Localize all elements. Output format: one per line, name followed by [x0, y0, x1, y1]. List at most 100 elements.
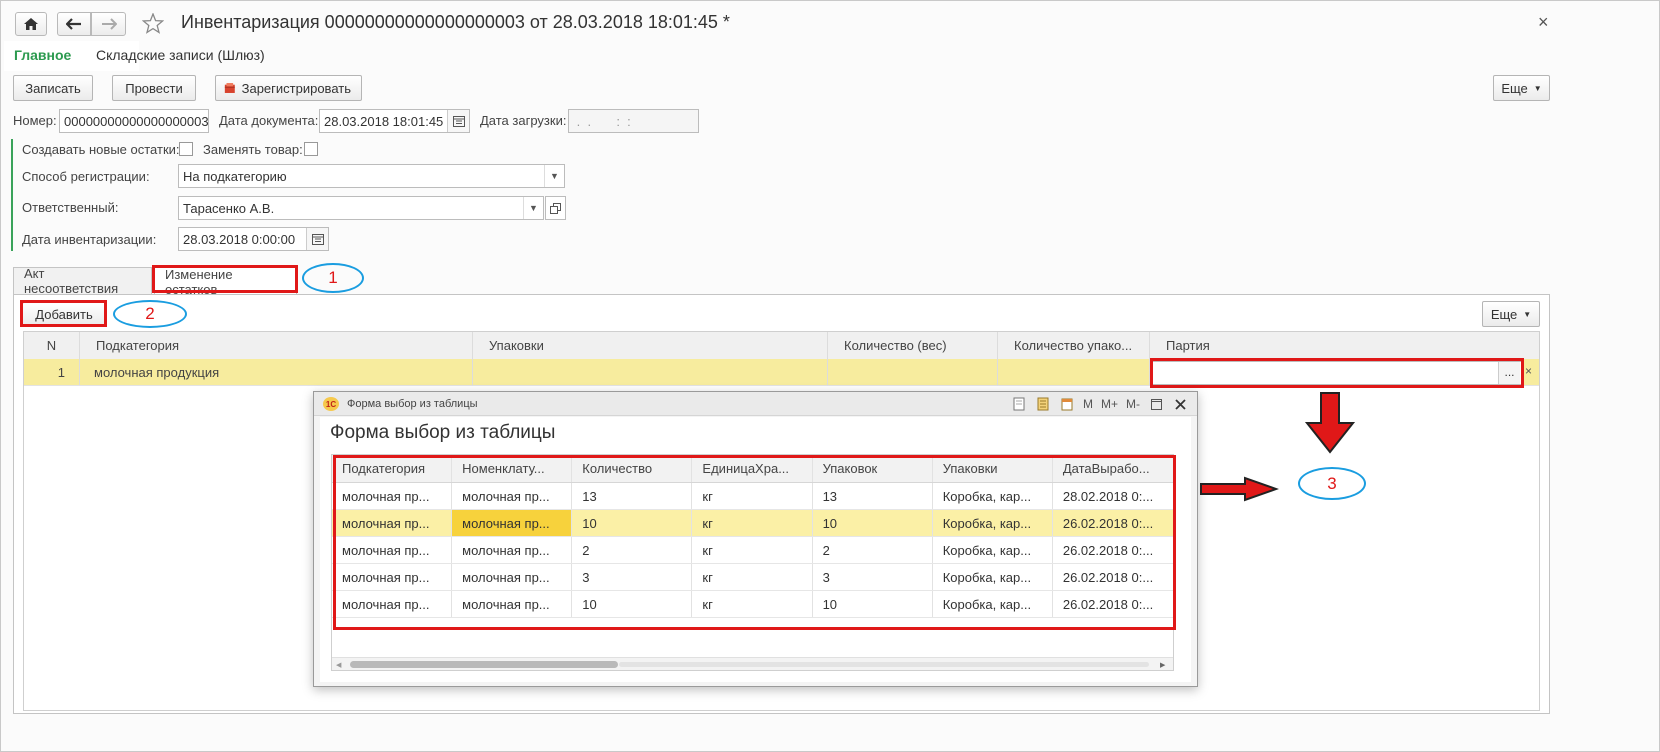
table-header: N Подкатегория Упаковки Количество (вес)…	[24, 332, 1539, 360]
create-new-checkbox[interactable]	[179, 142, 193, 156]
dialog-table-row[interactable]: молочная пр... молочная пр... 10 кг 10 Коробк…	[332, 510, 1173, 537]
close-icon[interactable]: ×	[1538, 12, 1549, 33]
dialog-cell: 10	[572, 510, 693, 536]
home-button[interactable]	[15, 12, 47, 36]
dialog-cell: молочная пр...	[452, 510, 573, 536]
arrow-left-icon	[66, 18, 81, 30]
forward-button[interactable]	[91, 12, 126, 36]
more-button-top[interactable]: Еще ▼	[1493, 75, 1550, 101]
back-button[interactable]	[57, 12, 91, 36]
register-button[interactable]: Зарегистрировать	[215, 75, 362, 101]
star-icon	[141, 12, 165, 34]
select-button[interactable]: ...	[1498, 362, 1520, 384]
number-field[interactable]: 00000000000000000003	[59, 109, 209, 133]
dialog-cell: 10	[813, 510, 933, 536]
tab-change[interactable]: Изменение остатков	[154, 267, 297, 297]
dialog-cell: молочная пр...	[332, 510, 453, 536]
create-new-label: Создавать новые остатки:	[22, 142, 180, 157]
col-pack-qty[interactable]: Количество упако...	[998, 332, 1150, 359]
memory-button[interactable]: M	[1083, 397, 1093, 411]
memory-minus-button[interactable]: M-	[1126, 397, 1140, 411]
dialog-cell: кг	[692, 510, 813, 536]
dialog-title: Форма выбор из таблицы	[330, 422, 556, 443]
dlg-col-pack-count[interactable]: Упаковок	[813, 455, 933, 482]
dialog-cell: Коробка, кар...	[933, 510, 1053, 536]
col-packages[interactable]: Упаковки	[473, 332, 828, 359]
col-n[interactable]: N	[24, 332, 80, 359]
dialog-cell: Коробка, кар...	[933, 564, 1053, 590]
app-logo-icon: 1С	[323, 397, 339, 411]
doc-date-label: Дата документа:	[219, 113, 319, 128]
bookmark-icon[interactable]	[1011, 396, 1027, 412]
dlg-col-prod-date[interactable]: ДатаВырабо...	[1053, 455, 1173, 482]
post-button[interactable]: Провести	[112, 75, 196, 101]
write-button[interactable]: Записать	[13, 75, 93, 101]
replace-goods-label: Заменять товар:	[203, 142, 303, 157]
favorite-button[interactable]	[141, 12, 165, 37]
annotation-3: 3	[1298, 467, 1366, 500]
dialog-cell: молочная пр...	[332, 564, 453, 590]
dialog-table-header: Подкатегория Номенклату... Количество Ед…	[332, 455, 1173, 483]
tab-act[interactable]: Акт несоответствия	[13, 266, 152, 296]
dialog-caption-bar: 1С Форма выбор из таблицы M M+ M-	[314, 392, 1197, 416]
calculator-icon[interactable]	[1035, 396, 1051, 412]
responsible-select[interactable]: Тарасенко А.В. ▼	[178, 196, 544, 220]
calendar-icon[interactable]	[306, 228, 328, 250]
reg-method-select[interactable]: На подкатегорию ▼	[178, 164, 565, 188]
col-weight[interactable]: Количество (вес)	[828, 332, 998, 359]
arrow-right-icon	[1200, 476, 1279, 502]
cell-n: 1	[24, 359, 80, 385]
dialog-table-row[interactable]: молочная пр... молочная пр... 2 кг 2 Коробка,…	[332, 537, 1173, 564]
close-icon[interactable]	[1172, 396, 1188, 412]
maximize-icon[interactable]	[1148, 396, 1164, 412]
inv-date-field[interactable]: 28.03.2018 0:00:00	[178, 227, 329, 251]
dialog-table-row[interactable]: молочная пр... молочная пр... 10 кг 10 Коробк…	[332, 591, 1173, 618]
dialog-cell: 13	[813, 483, 933, 509]
more-button-table[interactable]: Еще ▼	[1482, 301, 1540, 327]
section-main[interactable]: Главное	[14, 47, 71, 63]
open-responsible-button[interactable]	[545, 196, 566, 220]
dialog-table-row[interactable]: молочная пр... молочная пр... 13 кг 13 Коробк…	[332, 483, 1173, 510]
chevron-down-icon[interactable]: ▼	[523, 197, 543, 219]
annotation-2: 2	[113, 300, 187, 328]
scroll-right-icon[interactable]: ▶	[1160, 661, 1165, 669]
dlg-col-quantity[interactable]: Количество	[572, 455, 693, 482]
clear-icon[interactable]: ×	[1525, 364, 1532, 378]
batch-input[interactable]	[1152, 361, 1522, 385]
horizontal-scrollbar[interactable]: ◀ ▶	[332, 657, 1173, 670]
calendar-icon[interactable]	[1059, 396, 1075, 412]
section-warehouse[interactable]: Складские записи (Шлюз)	[96, 47, 265, 63]
arrow-right-icon	[101, 18, 117, 30]
add-button[interactable]: Добавить	[22, 302, 106, 326]
col-subcategory[interactable]: Подкатегория	[80, 332, 473, 359]
dialog-cell: 13	[572, 483, 693, 509]
col-batch[interactable]: Партия	[1150, 332, 1539, 359]
dialog-table-row[interactable]: молочная пр... молочная пр... 3 кг 3 Коробка,…	[332, 564, 1173, 591]
dlg-col-unit[interactable]: ЕдиницаХра...	[692, 455, 813, 482]
dialog-cell: 3	[572, 564, 693, 590]
arrow-down-icon	[1304, 392, 1356, 454]
cell-packages	[473, 359, 828, 385]
dialog-caption: Форма выбор из таблицы	[347, 398, 478, 410]
doc-date-field[interactable]: 28.03.2018 18:01:45	[319, 109, 470, 133]
dialog-cell: 10	[813, 591, 933, 617]
chevron-down-icon[interactable]: ▼	[544, 165, 564, 187]
dialog-cell: молочная пр...	[332, 483, 453, 509]
dialog-cell: 3	[813, 564, 933, 590]
dialog-cell: молочная пр...	[452, 537, 573, 563]
dlg-col-subcategory[interactable]: Подкатегория	[332, 455, 453, 482]
dlg-col-packages[interactable]: Упаковки	[933, 455, 1053, 482]
dlg-col-nomenclature[interactable]: Номенклату...	[452, 455, 573, 482]
register-label: Зарегистрировать	[241, 80, 351, 96]
dialog-caption-buttons: M M+ M-	[1011, 396, 1188, 412]
replace-goods-checkbox[interactable]	[304, 142, 318, 156]
memory-plus-button[interactable]: M+	[1101, 397, 1118, 411]
group-marker	[11, 139, 13, 251]
scroll-left-icon[interactable]: ◀	[336, 661, 341, 669]
reg-method-label: Способ регистрации:	[22, 169, 150, 184]
cell-pack-qty	[998, 359, 1150, 385]
calendar-icon[interactable]	[447, 110, 469, 132]
dialog-cell: молочная пр...	[452, 591, 573, 617]
scrollbar-thumb[interactable]	[350, 661, 618, 668]
chevron-down-icon: ▼	[1523, 309, 1532, 319]
